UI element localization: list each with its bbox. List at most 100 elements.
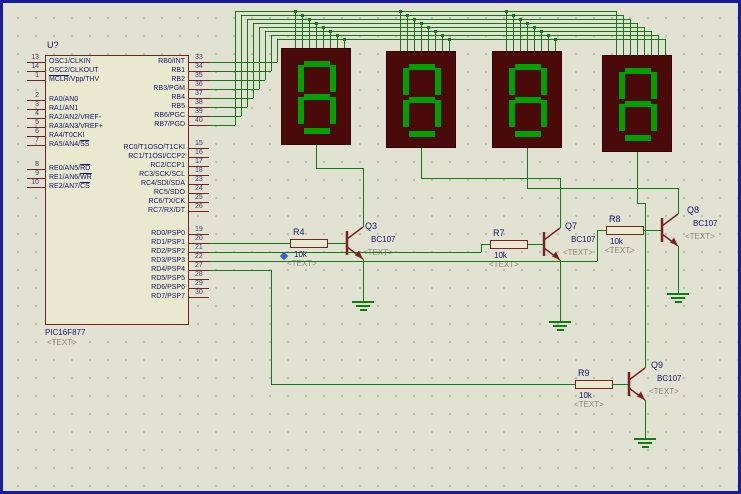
seven-segment-display[interactable] — [386, 51, 456, 148]
wire[interactable] — [665, 39, 667, 55]
wire[interactable] — [265, 31, 267, 80]
wire[interactable] — [520, 19, 522, 51]
wire[interactable] — [506, 11, 508, 51]
junction-dot — [308, 18, 311, 21]
wire[interactable] — [363, 259, 365, 301]
wire[interactable] — [316, 168, 363, 170]
wire[interactable] — [644, 27, 646, 55]
resistor-body[interactable] — [575, 380, 613, 389]
wire[interactable] — [235, 11, 616, 13]
wire[interactable] — [637, 23, 639, 55]
wire[interactable] — [414, 19, 416, 51]
ground-symbol[interactable] — [634, 438, 656, 449]
wire[interactable] — [548, 35, 550, 51]
segment-e — [298, 97, 304, 124]
wire[interactable] — [316, 145, 318, 168]
segment-e — [619, 104, 625, 131]
wire[interactable] — [651, 31, 653, 55]
wire[interactable] — [637, 152, 639, 203]
wire[interactable] — [560, 260, 562, 321]
wire[interactable] — [363, 168, 365, 227]
wire[interactable] — [400, 11, 402, 51]
segment-c — [651, 104, 657, 131]
wire[interactable] — [597, 230, 599, 261]
wire[interactable] — [481, 244, 490, 246]
wire[interactable] — [271, 384, 575, 386]
wire[interactable] — [247, 19, 630, 21]
wire[interactable] — [527, 148, 529, 188]
chip-pin[interactable] — [27, 80, 45, 82]
wire[interactable] — [421, 178, 560, 180]
wire[interactable] — [527, 188, 678, 190]
schematic-canvas[interactable]: U? PIC16F877 <TEXT> R4 10k <TEXT> Q3 BC1… — [0, 0, 741, 494]
junction-dot — [441, 34, 444, 37]
wire[interactable] — [623, 15, 625, 55]
wire[interactable] — [637, 203, 645, 205]
seven-segment-display[interactable] — [602, 55, 672, 152]
wire[interactable] — [645, 203, 647, 368]
pin-number: 23 — [195, 176, 203, 183]
wire[interactable] — [407, 15, 409, 51]
chip-pin[interactable] — [189, 211, 209, 213]
wire[interactable] — [277, 39, 665, 41]
seven-segment-display[interactable] — [492, 51, 562, 148]
wire[interactable] — [513, 15, 515, 51]
wire[interactable] — [209, 261, 597, 263]
wire[interactable] — [253, 23, 637, 25]
pin-name: RC0/T1OSO/T1CKI — [123, 144, 185, 151]
wire[interactable] — [534, 27, 536, 51]
segment-a — [625, 68, 651, 74]
wire[interactable] — [295, 11, 297, 48]
wire[interactable] — [435, 31, 437, 51]
wire[interactable] — [330, 31, 332, 48]
wire[interactable] — [658, 35, 660, 55]
wire[interactable] — [421, 23, 423, 51]
wire[interactable] — [253, 23, 255, 98]
wire[interactable] — [271, 35, 273, 71]
transistor-npn[interactable] — [625, 362, 649, 406]
wire[interactable] — [630, 19, 632, 55]
chip-pin[interactable] — [27, 187, 45, 189]
wire[interactable] — [241, 15, 623, 17]
resistor-body[interactable] — [290, 239, 328, 248]
segment-e — [403, 100, 409, 127]
wire[interactable] — [541, 31, 543, 51]
wire[interactable] — [209, 125, 235, 127]
wire[interactable] — [316, 23, 318, 48]
transistor-npn[interactable] — [540, 222, 564, 266]
ground-symbol[interactable] — [352, 301, 374, 312]
wire[interactable] — [421, 148, 423, 178]
wire[interactable] — [302, 15, 304, 48]
segment-f — [298, 65, 304, 92]
resistor-body[interactable] — [490, 240, 528, 249]
wire[interactable] — [597, 230, 606, 232]
chip-pin[interactable] — [27, 145, 45, 147]
wire[interactable] — [428, 27, 430, 51]
ground-bar — [356, 305, 370, 307]
chip-pin[interactable] — [189, 125, 209, 127]
transistor-npn[interactable] — [658, 208, 682, 252]
wire[interactable] — [323, 27, 325, 48]
ground-symbol[interactable] — [549, 321, 571, 332]
wire[interactable] — [442, 35, 444, 51]
wire[interactable] — [209, 62, 277, 64]
pin-number: 13 — [31, 54, 39, 61]
transistor-npn[interactable] — [343, 221, 367, 265]
wire[interactable] — [241, 15, 243, 116]
ground-symbol[interactable] — [667, 293, 689, 304]
resistor-body[interactable] — [606, 226, 644, 235]
seven-segment-display[interactable] — [281, 48, 351, 145]
wire[interactable] — [616, 11, 618, 55]
wire[interactable] — [209, 243, 290, 245]
wire[interactable] — [309, 19, 311, 48]
wire[interactable] — [277, 39, 279, 62]
ground-bar — [359, 309, 367, 311]
wire[interactable] — [527, 23, 529, 51]
wire[interactable] — [271, 270, 273, 384]
segment-b — [435, 68, 441, 95]
wire[interactable] — [678, 246, 680, 293]
segment-g — [409, 97, 435, 103]
wire[interactable] — [560, 178, 562, 228]
chip-pin[interactable] — [189, 297, 209, 299]
junction-dot — [315, 22, 318, 25]
